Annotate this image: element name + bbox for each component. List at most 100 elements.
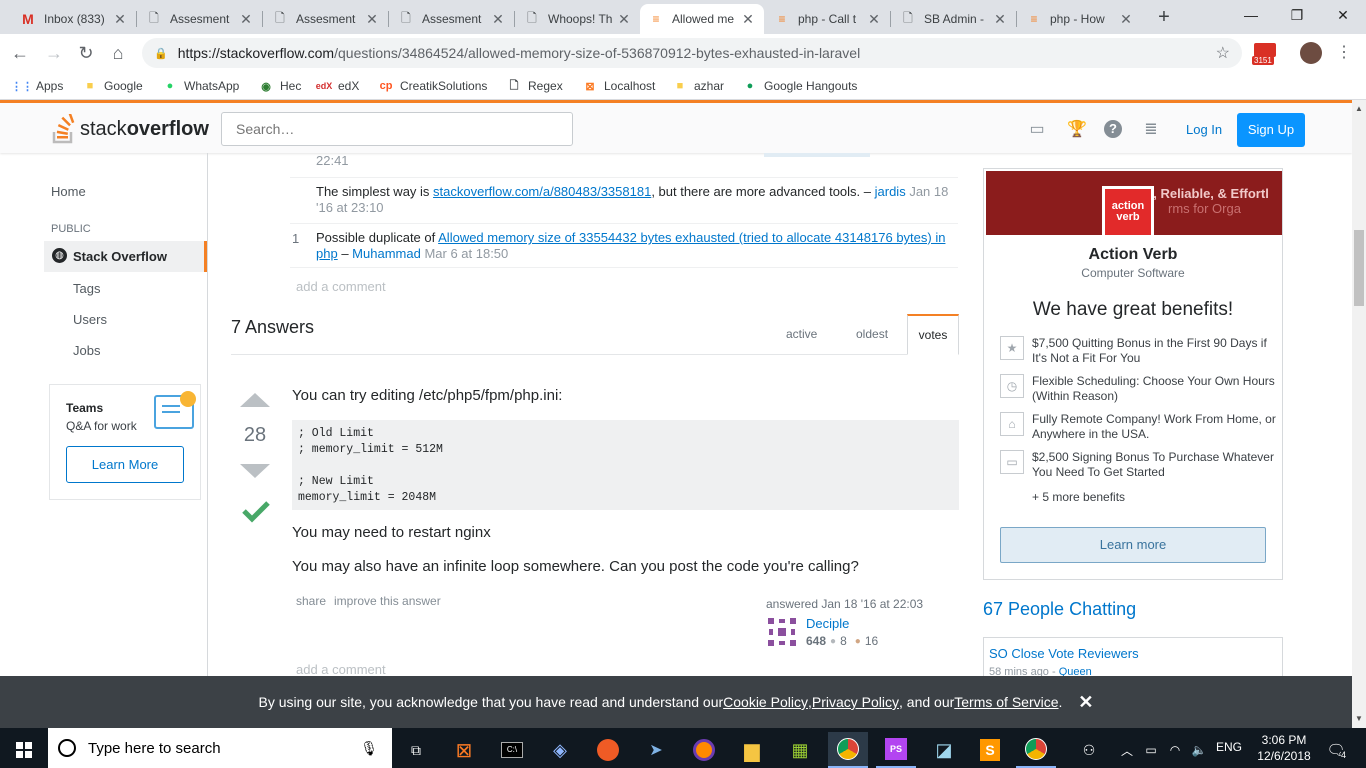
comment-link[interactable]: stackoverflow.com/a/880483/3358181 <box>433 184 651 199</box>
add-comment-link[interactable]: add a comment <box>296 662 386 676</box>
bookmark-google[interactable]: ■ Google <box>82 77 143 95</box>
bookmark-regex[interactable]: 🗋 Regex <box>506 77 563 95</box>
login-button[interactable]: Log In <box>1178 116 1230 144</box>
comment-user[interactable]: Muhammad <box>352 246 421 261</box>
share-link[interactable]: share <box>296 594 326 608</box>
browser-tab[interactable]: ≡ php - How ✕ <box>1018 4 1142 34</box>
taskbar-clock[interactable]: 3:06 PM 12/6/2018 <box>1252 732 1316 764</box>
menu-icon[interactable]: ⋮ <box>1334 42 1354 64</box>
nav-stackoverflow[interactable]: ◍ Stack Overflow <box>44 241 207 272</box>
address-bar[interactable]: 🔒 https://stackoverflow.com/questions/34… <box>142 38 1242 68</box>
sort-tab-active[interactable]: active <box>786 327 817 341</box>
ad-company-name[interactable]: Action Verb <box>984 246 1282 264</box>
teams-learn-more-button[interactable]: Learn More <box>66 446 184 483</box>
bookmark-localhost[interactable]: ⊠ Localhost <box>582 77 655 95</box>
ad-learn-more-button[interactable]: Learn more <box>1000 527 1266 563</box>
people-icon[interactable]: ⚇ <box>1074 732 1104 768</box>
firefox-icon[interactable] <box>684 732 724 768</box>
home-icon[interactable]: ⌂ <box>106 41 130 65</box>
chat-room-user[interactable]: Queen <box>1059 666 1092 676</box>
inbox-icon[interactable]: ▭ <box>1026 119 1048 139</box>
windows-start-icon[interactable] <box>4 732 44 768</box>
app-icon[interactable]: ➤ <box>636 732 676 768</box>
close-icon[interactable]: ✕ <box>490 11 506 28</box>
star-icon[interactable]: ☆ <box>1216 43 1230 63</box>
nav-tags[interactable]: Tags <box>73 281 100 296</box>
bookmark-azhar[interactable]: ■ azhar <box>672 77 724 95</box>
mysql-workbench-icon[interactable]: ◈ <box>540 732 580 768</box>
answer-user[interactable]: Deciple <box>806 616 849 631</box>
bookmark-edx[interactable]: edX edX <box>316 77 360 95</box>
browser-tab-active[interactable]: ≡ Allowed me ✕ <box>640 4 764 34</box>
browser-tab[interactable]: 🗋 Whoops! Th ✕ <box>516 4 640 34</box>
nav-home[interactable]: Home <box>51 184 86 199</box>
nav-jobs[interactable]: Jobs <box>73 343 100 358</box>
phpstorm-icon[interactable]: PS <box>876 732 916 768</box>
browser-tab[interactable]: 🗋 Assesment ✕ <box>390 4 514 34</box>
maximize-button[interactable]: ❐ <box>1274 0 1320 30</box>
cookie-policy-link[interactable]: Cookie Policy <box>723 694 808 710</box>
improve-answer-link[interactable]: improve this answer <box>334 594 441 608</box>
new-tab-button[interactable]: + <box>1144 2 1184 32</box>
terminal-icon[interactable]: C:\ <box>492 732 532 768</box>
back-icon[interactable]: ← <box>8 41 32 65</box>
bookmark-creatik[interactable]: cp CreatikSolutions <box>378 77 488 95</box>
comment-user[interactable]: jardis <box>875 184 906 199</box>
terms-link[interactable]: Terms of Service <box>954 694 1058 710</box>
user-avatar[interactable] <box>766 616 798 648</box>
browser-tab[interactable]: ≡ php - Call t ✕ <box>766 4 890 34</box>
chat-room-name[interactable]: SO Close Vote Reviewers <box>989 646 1139 661</box>
notification-icon[interactable]: 🗨 4 <box>1318 732 1354 768</box>
more-benefits-link[interactable]: + 5 more benefits <box>1032 490 1125 504</box>
close-icon[interactable]: ✕ <box>364 11 380 28</box>
profile-avatar[interactable] <box>1300 42 1322 64</box>
chrome-icon[interactable] <box>1016 732 1056 768</box>
page-scrollbar[interactable]: ▲ ▼ <box>1352 100 1366 728</box>
bookmark-apps[interactable]: ⋮⋮ Apps <box>11 77 63 95</box>
bookmark-hec[interactable]: ◉ Hec <box>258 77 301 95</box>
privacy-policy-link[interactable]: Privacy Policy <box>812 694 899 710</box>
close-icon[interactable]: ✕ <box>1078 692 1093 713</box>
bookmark-hangouts[interactable]: ● Google Hangouts <box>742 77 858 95</box>
close-icon[interactable]: ✕ <box>616 11 632 28</box>
close-icon[interactable]: ✕ <box>1118 11 1134 28</box>
close-icon[interactable]: ✕ <box>740 11 756 28</box>
browser-tab[interactable]: 🗋 Assesment ✕ <box>264 4 388 34</box>
microphone-icon[interactable]: 🎙 <box>360 740 378 757</box>
nav-users[interactable]: Users <box>73 312 107 327</box>
chrome-icon[interactable] <box>828 732 868 768</box>
chat-heading[interactable]: 67 People Chatting <box>983 599 1136 620</box>
gmail-extension-icon[interactable]: 3151 <box>1252 41 1278 67</box>
notepad-plus-icon[interactable]: ▦ <box>780 732 820 768</box>
close-icon[interactable]: ✕ <box>238 11 254 28</box>
volume-icon[interactable]: 🔈 <box>1188 732 1210 768</box>
app-icon[interactable]: ◪ <box>924 732 964 768</box>
signup-button[interactable]: Sign Up <box>1237 113 1305 147</box>
minimize-button[interactable]: — <box>1228 0 1274 30</box>
scrollbar-thumb[interactable] <box>1354 230 1364 306</box>
sort-tab-votes[interactable]: votes <box>907 314 959 355</box>
stackexchange-icon[interactable]: ≣ <box>1140 119 1162 139</box>
postman-icon[interactable] <box>588 732 628 768</box>
ad-company-logo[interactable]: action verb <box>1102 186 1154 238</box>
close-window-button[interactable]: ✕ <box>1320 0 1366 30</box>
reload-icon[interactable]: ↻ <box>74 41 98 65</box>
add-comment-link[interactable]: add a comment <box>296 279 386 294</box>
scroll-up-icon[interactable]: ▲ <box>1355 104 1363 113</box>
xampp-icon[interactable]: ⊠ <box>444 732 484 768</box>
bookmark-whatsapp[interactable]: ● WhatsApp <box>162 77 240 95</box>
so-search-input[interactable] <box>221 112 573 146</box>
wifi-icon[interactable]: ◠ <box>1164 732 1186 768</box>
file-explorer-icon[interactable]: ▆ <box>732 732 772 768</box>
language-indicator[interactable]: ENG <box>1216 740 1242 754</box>
chevron-up-icon[interactable]: ︿ <box>1116 732 1138 768</box>
taskbar-search-box[interactable]: Type here to search 🎙 <box>48 728 392 768</box>
sublime-icon[interactable]: S <box>970 732 1010 768</box>
sort-tab-oldest[interactable]: oldest <box>856 327 888 341</box>
so-logo[interactable]: stack overflow <box>52 113 209 145</box>
trophy-icon[interactable]: 🏆 <box>1066 119 1088 139</box>
downvote-button[interactable] <box>240 464 270 478</box>
upvote-button[interactable] <box>240 393 270 407</box>
close-icon[interactable]: ✕ <box>112 11 128 28</box>
battery-icon[interactable]: ▭ <box>1140 732 1162 768</box>
